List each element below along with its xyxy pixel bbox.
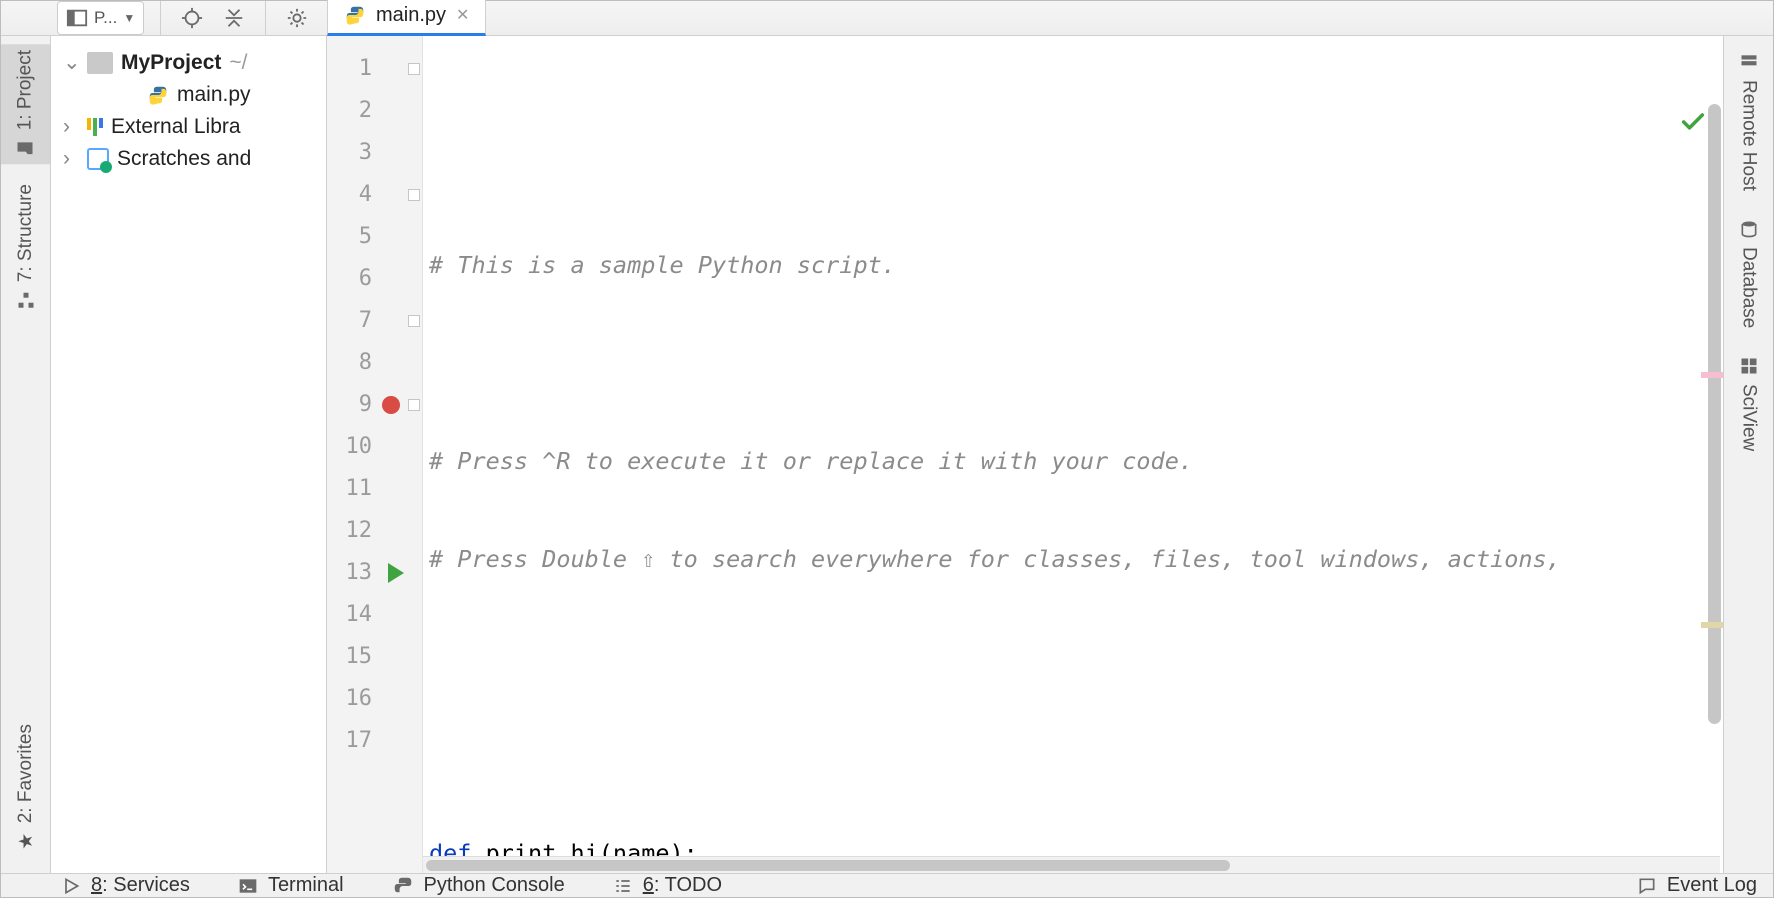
run-gutter-icon[interactable] xyxy=(388,563,404,583)
tool-window-structure[interactable]: 7: Structure xyxy=(15,176,37,318)
tool-window-terminal[interactable]: Terminal xyxy=(238,874,344,897)
libraries-icon xyxy=(87,118,103,136)
main-toolbar: P... ▼ main.py ✕ xyxy=(1,1,1773,36)
tool-window-project[interactable]: 1: Project xyxy=(1,44,50,164)
code-line: # Press Double ⇧ to search everywhere fo… xyxy=(429,538,1723,580)
chevron-down-icon: ▼ xyxy=(123,11,135,25)
event-log[interactable]: Event Log xyxy=(1637,874,1757,897)
gutter-line[interactable]: 8 xyxy=(327,342,422,384)
remote-host-icon xyxy=(1739,52,1759,72)
code-line xyxy=(429,636,1723,678)
vertical-scrollbar[interactable] xyxy=(1708,104,1721,724)
database-icon xyxy=(1739,219,1759,239)
gutter-line[interactable]: 15 xyxy=(327,636,422,678)
fold-icon[interactable] xyxy=(408,399,420,411)
gutter-line[interactable]: 4 xyxy=(327,174,422,216)
fold-icon[interactable] xyxy=(408,63,420,75)
gutter-line[interactable]: 10 xyxy=(327,426,422,468)
tree-file-name: main.py xyxy=(177,83,251,107)
error-stripe-marker[interactable] xyxy=(1701,372,1723,378)
fold-icon[interactable] xyxy=(408,189,420,201)
chevron-right-icon[interactable]: › xyxy=(63,115,79,139)
fold-icon[interactable] xyxy=(408,315,420,327)
settings-button[interactable] xyxy=(276,1,318,35)
breakpoint-icon[interactable] xyxy=(382,396,400,414)
tool-window-database[interactable]: Database xyxy=(1738,211,1760,336)
project-tree[interactable]: ⌄ MyProject ~/ main.py › External Libra … xyxy=(51,36,327,873)
event-log-icon xyxy=(1637,876,1657,896)
scrollbar-thumb[interactable] xyxy=(426,860,1230,871)
chevron-right-icon[interactable]: › xyxy=(63,147,79,171)
gutter-line[interactable]: 12 xyxy=(327,510,422,552)
tool-window-services[interactable]: 8: Services xyxy=(61,874,190,897)
target-icon xyxy=(181,7,203,29)
code-line: # Press ^R to execute it or replace it w… xyxy=(429,440,1723,482)
code-editor[interactable]: 1234567891011121314151617 # This is a sa… xyxy=(327,36,1723,873)
gutter-line[interactable]: 17 xyxy=(327,720,422,762)
tool-window-sciview[interactable]: SciView xyxy=(1738,348,1760,459)
folder-icon xyxy=(16,138,36,158)
gutter-line[interactable]: 1 xyxy=(327,48,422,90)
editor-tab-main-py[interactable]: main.py ✕ xyxy=(327,0,486,36)
gutter-line[interactable]: 14 xyxy=(327,594,422,636)
code-line xyxy=(429,734,1723,776)
tool-window-remote-host[interactable]: Remote Host xyxy=(1738,44,1760,199)
tree-root[interactable]: ⌄ MyProject ~/ xyxy=(51,46,326,79)
run-config-label: P... xyxy=(94,8,117,28)
horizontal-scrollbar[interactable] xyxy=(423,856,1720,873)
gutter-line[interactable]: 9 xyxy=(327,384,422,426)
gutter-line[interactable]: 3 xyxy=(327,132,422,174)
left-tool-strip: 1: Project 7: Structure ★ 2: Favorites xyxy=(1,36,51,873)
editor-gutter[interactable]: 1234567891011121314151617 xyxy=(327,36,423,873)
inspection-ok-icon[interactable] xyxy=(1679,52,1707,80)
tree-scratches[interactable]: › Scratches and xyxy=(51,143,326,175)
collapse-button[interactable] xyxy=(213,1,255,35)
tree-root-name: MyProject xyxy=(121,51,221,75)
structure-icon xyxy=(16,290,36,310)
status-bar: 8: Services Terminal Python Console 6: T… xyxy=(1,873,1773,897)
gutter-line[interactable]: 7 xyxy=(327,300,422,342)
chevron-down-icon[interactable]: ⌄ xyxy=(63,50,79,75)
error-stripe-marker[interactable] xyxy=(1701,622,1723,628)
gear-icon xyxy=(286,7,308,29)
run-config-selector[interactable]: P... ▼ xyxy=(57,1,144,35)
gutter-line[interactable]: 16 xyxy=(327,678,422,720)
python-icon xyxy=(392,875,414,897)
tool-window-favorites[interactable]: ★ 2: Favorites xyxy=(15,716,37,861)
code-line xyxy=(429,342,1723,384)
tree-file-main-py[interactable]: main.py xyxy=(51,79,326,111)
close-icon[interactable]: ✕ xyxy=(456,5,469,25)
services-icon xyxy=(61,876,81,896)
scratches-icon xyxy=(87,148,109,170)
target-button[interactable] xyxy=(171,1,213,35)
python-file-icon xyxy=(344,4,366,26)
right-tool-strip: Remote Host Database SciView xyxy=(1723,36,1773,873)
gutter-line[interactable]: 6 xyxy=(327,258,422,300)
python-file-icon xyxy=(147,84,169,106)
tree-root-path: ~/ xyxy=(229,51,247,75)
folder-icon xyxy=(87,52,113,74)
collapse-icon xyxy=(223,7,245,29)
tool-window-python-console[interactable]: Python Console xyxy=(392,874,565,897)
todo-icon xyxy=(613,876,633,896)
sciview-icon xyxy=(1739,356,1759,376)
star-icon: ★ xyxy=(15,831,37,853)
gutter-line[interactable]: 2 xyxy=(327,90,422,132)
gutter-line[interactable]: 5 xyxy=(327,216,422,258)
gutter-line[interactable]: 11 xyxy=(327,468,422,510)
tree-external-libraries[interactable]: › External Libra xyxy=(51,111,326,143)
gutter-line[interactable]: 13 xyxy=(327,552,422,594)
terminal-icon xyxy=(238,876,258,896)
code-line: # This is a sample Python script. xyxy=(429,244,1723,286)
tab-filename: main.py xyxy=(376,4,446,27)
code-area[interactable]: # This is a sample Python script. # Pres… xyxy=(423,36,1723,873)
layout-icon xyxy=(66,7,88,29)
tool-window-todo[interactable]: 6: TODO xyxy=(613,874,722,897)
